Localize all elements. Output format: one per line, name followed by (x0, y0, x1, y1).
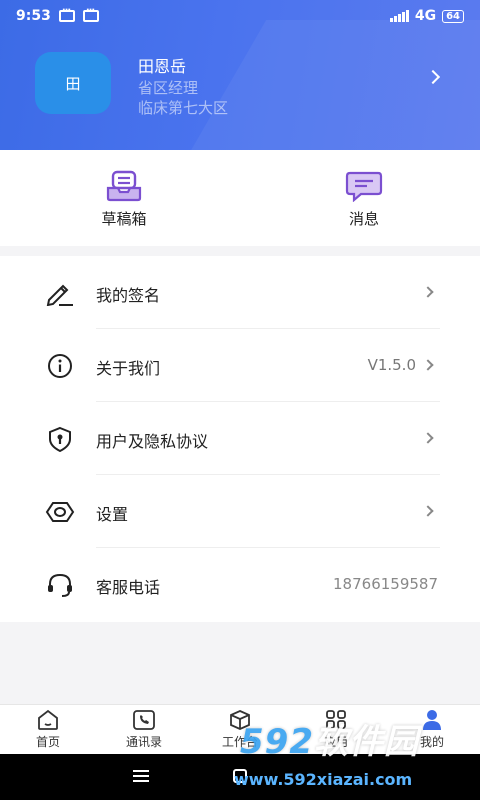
nav-profile[interactable]: 我的 (384, 709, 480, 750)
settings-hex-icon (45, 502, 75, 522)
nav-label: 通讯录 (125, 735, 162, 749)
service-phone[interactable]: 18766159587 (333, 575, 438, 593)
home-icon (38, 709, 58, 730)
home-square-icon[interactable] (233, 769, 247, 783)
avatar[interactable]: 田 (35, 52, 111, 114)
system-nav-bar (0, 754, 480, 800)
quick-actions: 草稿箱 消息 (0, 150, 480, 246)
shield-lock-icon (49, 426, 71, 452)
menu-item-signature[interactable]: 我的签名 (0, 256, 480, 329)
contacts-phone-icon (133, 710, 155, 730)
status-time: 9:53 (16, 8, 51, 24)
chat-notification-icon (82, 5, 99, 22)
chevron-right-icon (422, 359, 434, 371)
nav-workbench[interactable]: 工作台 (192, 709, 288, 750)
menu-label: 设置 (96, 505, 129, 524)
nav-label: 工作台 (221, 735, 258, 749)
chevron-right-icon (422, 505, 434, 517)
chevron-right-icon (422, 432, 434, 444)
apps-grid-icon (326, 710, 346, 729)
user-title: 省区经理 (138, 79, 199, 97)
menu-item-customer-service[interactable]: 客服电话 18766159587 (0, 548, 480, 621)
workbench-box-icon (230, 710, 250, 730)
menu-item-settings[interactable]: 设置 (0, 475, 480, 548)
user-region: 临床第七大区 (138, 99, 229, 117)
nav-label: 我的 (419, 735, 444, 749)
message-button[interactable]: 消息 (324, 170, 404, 229)
nav-contacts[interactable]: 通讯录 (96, 709, 192, 750)
profile-user-icon (423, 710, 441, 730)
signature-pen-icon (46, 284, 73, 306)
headset-icon (48, 573, 72, 597)
message-label: 消息 (348, 210, 379, 228)
version-text: V1.5.0 (367, 356, 416, 374)
nav-label: 首页 (35, 735, 60, 749)
bottom-nav: 首页 通讯录 工作台 应用 我的 (0, 704, 480, 754)
chevron-right-icon[interactable] (425, 69, 441, 85)
draft-box-icon (106, 170, 142, 202)
nav-label: 应用 (323, 735, 348, 749)
menu-icon[interactable] (133, 770, 149, 782)
menu-item-privacy[interactable]: 用户及隐私协议 (0, 402, 480, 475)
status-bar: 9:53 4G 64 (0, 0, 480, 32)
network-type: 4G (414, 8, 437, 24)
menu-label: 关于我们 (96, 359, 161, 378)
user-name: 田恩岳 (138, 57, 187, 76)
menu-label: 客服电话 (96, 578, 161, 597)
signal-icon (389, 10, 409, 22)
message-icon (345, 171, 383, 202)
info-icon (48, 354, 72, 378)
menu-label: 我的签名 (96, 286, 161, 305)
battery-icon: 64 (442, 9, 464, 23)
draft-box-label: 草稿箱 (101, 210, 147, 228)
menu-item-about[interactable]: 关于我们 V1.5.0 (0, 329, 480, 402)
menu-label: 用户及隐私协议 (96, 432, 209, 451)
draft-box-button[interactable]: 草稿箱 (84, 170, 164, 229)
settings-menu: 我的签名 关于我们 V1.5.0 用户及隐私协议 设置 客服电话 1876615… (0, 256, 480, 622)
sms-notification-icon (58, 5, 75, 22)
nav-apps[interactable]: 应用 (288, 709, 384, 750)
chevron-right-icon (422, 286, 434, 298)
nav-home[interactable]: 首页 (0, 709, 96, 750)
